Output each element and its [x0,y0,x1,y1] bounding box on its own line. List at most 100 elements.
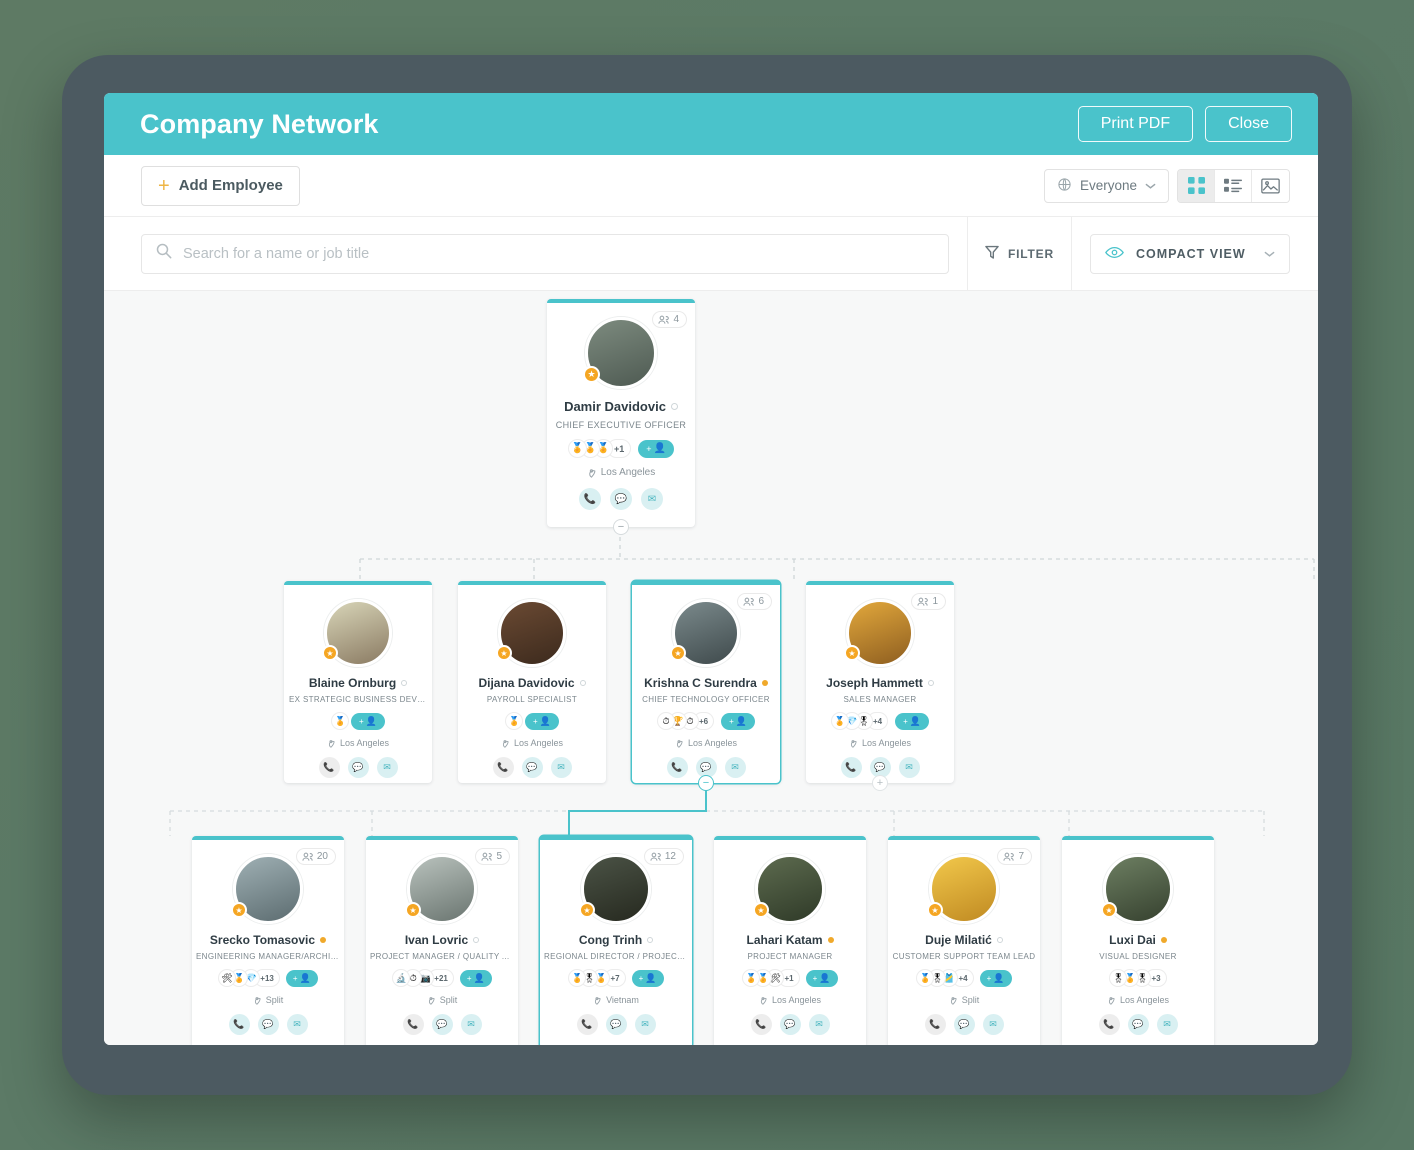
filter-button[interactable]: FILTER [967,216,1071,291]
employee-name: Duje Milatić [925,933,992,947]
location-row: Los Angeles [501,738,563,748]
phone-icon: 📞 [318,757,340,778]
employee-card[interactable]: 4 ★ Damir Davidovic CHIEF EXECUTIVE OFFI… [547,299,695,535]
avatar-wrapper: ★ [579,854,651,924]
search-icon [156,243,172,264]
employee-card[interactable]: ★ Luxi Dai VISUAL DESIGNER 🎖 🏅 🎖 +3 Los … [1062,836,1214,1045]
employee-card[interactable]: 7 ★ Duje Milatić CUSTOMER SUPPORT TEAM L… [888,836,1040,1045]
chat-icon[interactable]: 💬 [431,1014,453,1035]
subordinate-count-badge[interactable]: 6 [737,593,772,610]
close-button[interactable]: Close [1205,106,1292,142]
email-icon[interactable]: ✉ [376,757,398,778]
location-pin-icon [595,997,601,1005]
employee-title: PAYROLL SPECIALIST [486,695,578,704]
chat-icon[interactable]: 💬 [605,1014,627,1035]
audience-label: Everyone [1079,178,1137,193]
star-icon: ★ [583,366,600,383]
contact-actions: 📞 💬 ✉ [318,757,398,778]
subordinate-count-badge[interactable]: 7 [997,848,1032,865]
skill-badge[interactable]: 🏅 [568,439,587,458]
employee-name: Dijana Davidovic [478,676,575,690]
collapse-toggle-button[interactable]: − [698,775,714,791]
employee-card[interactable]: 5 ★ Ivan Lovric PROJECT MANAGER / QUALIT… [366,836,518,1045]
email-icon[interactable]: ✉ [550,757,572,778]
employee-card[interactable]: 1 ★ Joseph Hammett SALES MANAGER 🏅 💎 🎖 +… [806,581,954,791]
view-mode-grid-button[interactable] [1178,169,1215,202]
phone-icon[interactable]: 📞 [228,1014,250,1035]
add-skill-button[interactable]: + 👤 [631,969,664,987]
skill-badge[interactable]: 🏅 [830,712,849,730]
email-icon[interactable]: ✉ [808,1014,830,1035]
employee-card[interactable]: 12 ★ Cong Trinh REGIONAL DIRECTOR / PROJ… [540,836,692,1045]
employee-card[interactable]: ★ Blaine Ornburg EX STRATEGIC BUSINESS D… [284,581,432,783]
view-mode-list-button[interactable] [1215,169,1252,202]
subordinate-count-badge[interactable]: 1 [911,593,946,610]
subordinate-count-badge[interactable]: 5 [475,848,510,865]
compact-view-label: COMPACT VIEW [1136,246,1246,261]
add-skill-button[interactable]: + 👤 [285,969,318,987]
org-chart-canvas[interactable]: 4 ★ Damir Davidovic CHIEF EXECUTIVE OFFI… [104,291,1318,1045]
chat-icon[interactable]: 💬 [779,1014,801,1035]
employee-card[interactable]: 20 ★ Srecko Tomasovic ENGINEERING MANAGE… [192,836,344,1045]
email-icon[interactable]: ✉ [982,1014,1004,1035]
employee-name: Lahari Katam [746,933,823,947]
employee-name: Damir Davidovic [564,399,666,414]
location-pin-icon [254,997,261,1005]
status-dot [1160,937,1167,943]
phone-icon[interactable]: 📞 [579,488,601,510]
skill-badge[interactable]: ⏱ [656,712,675,730]
chat-icon[interactable]: 💬 [347,757,369,778]
chat-icon[interactable]: 💬 [953,1014,975,1035]
add-employee-button[interactable]: + Add Employee [141,165,300,206]
employee-card[interactable]: 6 ★ Krishna C Surendra CHIEF TECHNOLOGY … [632,581,780,791]
location-row: Los Angeles [1107,995,1169,1005]
search-box[interactable] [141,233,949,274]
chat-icon[interactable]: 💬 [1127,1014,1149,1035]
add-skill-button[interactable]: + 👤 [525,712,559,730]
add-skill-button[interactable]: + 👤 [895,712,929,730]
employee-card[interactable]: ★ Dijana Davidovic PAYROLL SPECIALIST 🏅 … [458,581,606,783]
subordinate-count-badge[interactable]: 4 [652,311,687,328]
phone-icon[interactable]: 📞 [666,757,688,778]
skills-row: ⏱ 🏆 ⏱ +6 + 👤 [656,712,755,730]
status-dot [473,937,480,943]
employee-card[interactable]: ★ Lahari Katam PROJECT MANAGER 🏅 🏅 🛠 +1 … [714,836,866,1045]
search-row: FILTER COMPACT VIEW [104,216,1318,291]
email-icon[interactable]: ✉ [460,1014,482,1035]
collapse-toggle-button[interactable]: − [613,519,629,535]
avatar-wrapper: ★ [405,854,477,924]
skill-badge[interactable]: 🏅 [331,712,350,730]
skill-badge[interactable]: 🏅 [505,712,524,730]
add-skill-button[interactable]: + 👤 [351,712,385,730]
email-icon[interactable]: ✉ [641,488,663,510]
employee-name-row: Dijana Davidovic [478,676,586,690]
search-input[interactable] [183,245,934,262]
add-skill-button[interactable]: + 👤 [638,439,674,458]
audience-dropdown[interactable]: Everyone [1043,168,1169,203]
view-mode-photo-button[interactable] [1252,169,1289,202]
phone-icon[interactable]: 📞 [840,757,862,778]
location-row: Split [427,995,457,1005]
add-skill-button[interactable]: + 👤 [721,712,755,730]
location-row: Vietnam [593,995,639,1005]
chat-icon[interactable]: 💬 [257,1014,279,1035]
contact-actions: 📞 💬 ✉ [402,1014,482,1035]
expand-toggle-button[interactable]: + [872,775,888,791]
toolbar-right-group: Everyone [1043,168,1290,203]
compact-view-dropdown[interactable]: COMPACT VIEW [1090,233,1290,274]
email-icon[interactable]: ✉ [286,1014,308,1035]
print-pdf-button[interactable]: Print PDF [1077,106,1194,142]
chat-icon[interactable]: 💬 [610,488,632,510]
chat-icon[interactable]: 💬 [521,757,543,778]
email-icon[interactable]: ✉ [1156,1014,1178,1035]
email-icon[interactable]: ✉ [898,757,920,778]
email-icon[interactable]: ✉ [634,1014,656,1035]
avatar-wrapper: ★ [583,317,657,389]
add-skill-button[interactable]: + 👤 [459,969,492,987]
add-skill-button[interactable]: + 👤 [979,969,1012,987]
add-skill-button[interactable]: + 👤 [805,969,838,987]
skills-row: 🏅 + 👤 [505,712,559,730]
avatar-wrapper: ★ [496,599,566,667]
subordinate-count: 5 [496,851,502,862]
email-icon[interactable]: ✉ [724,757,746,778]
